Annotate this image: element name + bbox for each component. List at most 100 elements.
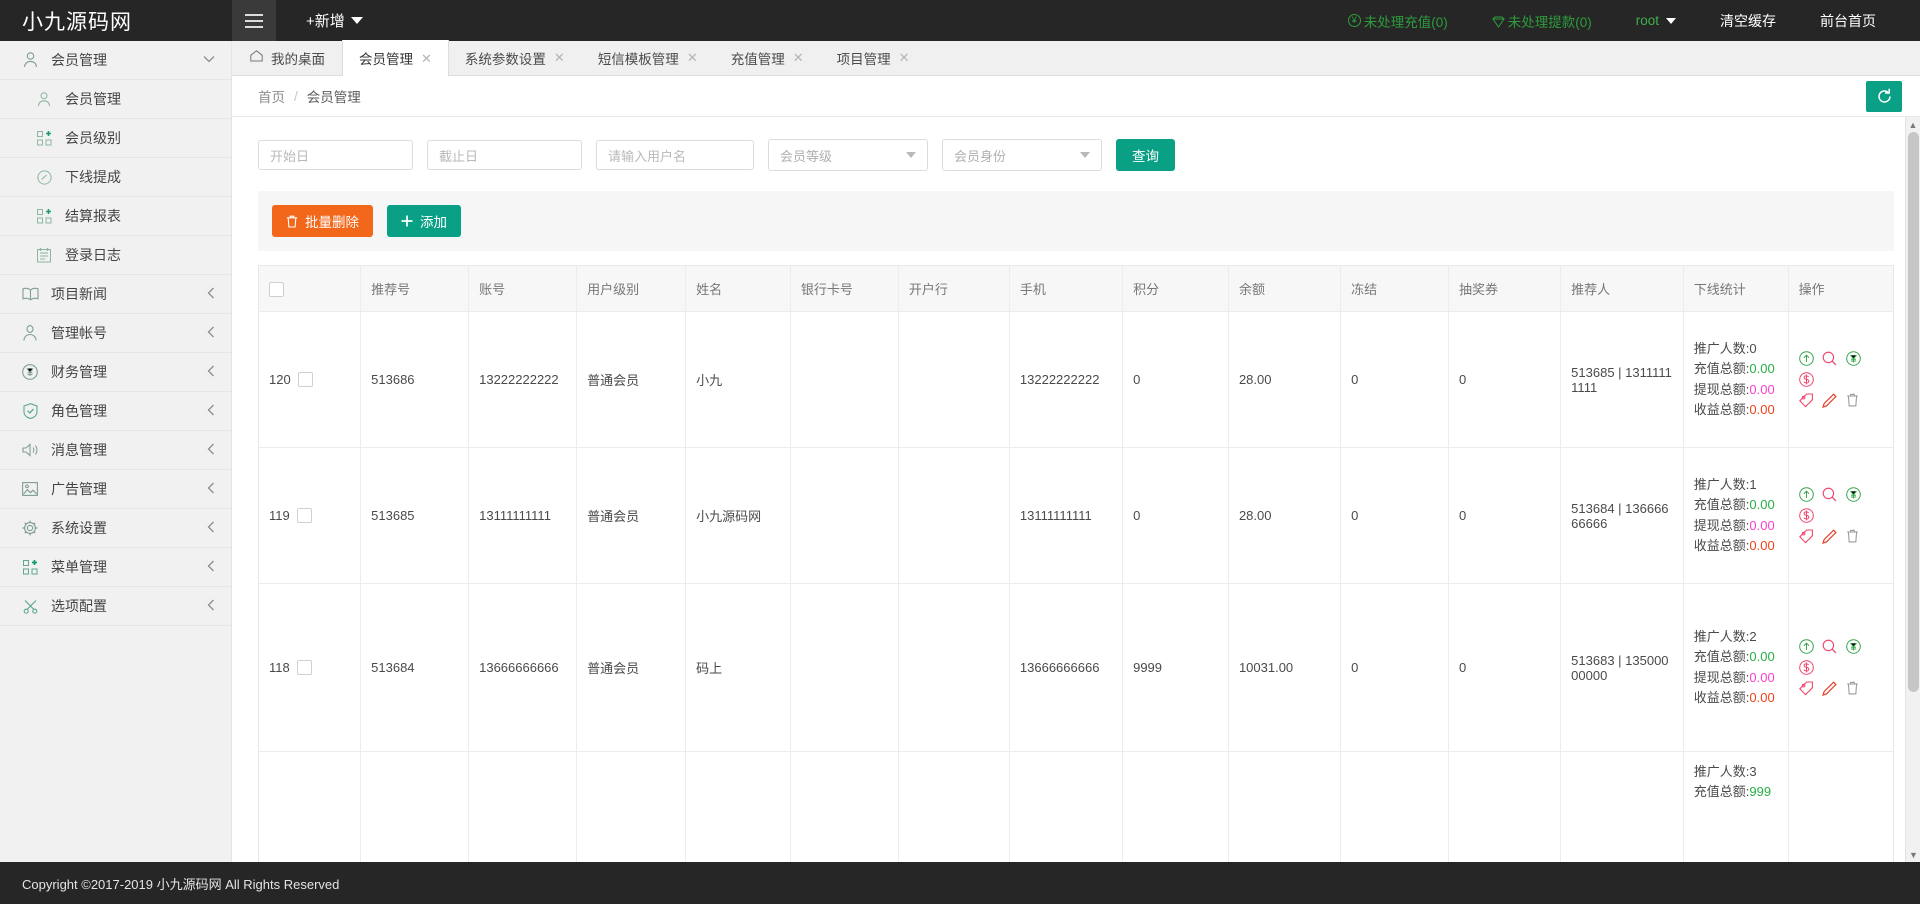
dollar-circle-icon[interactable] [1798,508,1814,523]
cell-account: 13111111111 [468,447,578,584]
search-circle-icon[interactable] [1822,487,1837,502]
sidebar-item-system-settings[interactable]: 系统设置 [0,509,231,548]
tab-member-mgmt[interactable]: 会员管理 ✕ [342,40,449,76]
tab-label: 我的桌面 [271,51,325,67]
pencil-icon[interactable] [1822,393,1837,408]
sidebar-toggle-button[interactable] [232,0,276,41]
new-add-dropdown[interactable]: +新增 [306,10,363,31]
end-date-input[interactable]: 截止日 [427,140,582,170]
cell-actions [1788,583,1893,752]
arrow-up-circle-icon[interactable] [1798,351,1814,367]
tab-project-mgmt[interactable]: 项目管理 ✕ [821,40,927,75]
table-row[interactable]: 119 513685 13111111111 普通会员 小九源码网 131111… [259,447,1893,584]
content-scrollbar[interactable]: ▲ ▼ [1905,117,1920,862]
close-icon[interactable]: ✕ [793,51,804,64]
select-all-checkbox[interactable] [269,281,284,297]
scrollbar-thumb[interactable] [1908,132,1919,692]
cell-account: 13222222222 [468,311,578,448]
stat-promo-count: 推广人数:1 [1694,475,1778,495]
sidebar-item-member-mgmt-parent[interactable]: 会员管理 [0,41,231,80]
chevron-down-icon [203,55,215,66]
yen-circle-icon[interactable] [1846,487,1861,503]
username-input[interactable]: 请输入用户名 [596,140,754,170]
user-menu-button[interactable]: root [1614,13,1698,28]
sidebar-item-finance-mgmt[interactable]: 财务管理 [0,353,231,392]
scroll-down-arrow[interactable]: ▼ [1906,847,1920,862]
start-date-input[interactable]: 开始日 [258,140,413,170]
member-identity-select[interactable]: 会员身份 [942,139,1102,171]
scroll-up-arrow[interactable]: ▲ [1906,117,1920,132]
arrow-up-circle-icon[interactable] [1798,487,1814,503]
row-checkbox[interactable] [297,372,313,387]
sidebar-item-member-level[interactable]: 会员级别 [0,119,231,158]
search-circle-icon[interactable] [1822,351,1837,366]
sidebar-item-member-mgmt[interactable]: 会员管理 [0,80,231,119]
row-checkbox[interactable] [296,660,312,675]
cell-downline-stats: 推广人数:1 充值总额:0.00 提现总额:0.00 收益总额:0.00 [1683,447,1789,584]
sidebar-item-ad-mgmt[interactable]: 广告管理 [0,470,231,509]
stat-promo-count: 推广人数:3 [1694,762,1778,782]
sidebar-item-label: 广告管理 [51,481,107,497]
close-icon[interactable]: ✕ [554,51,565,64]
table-row[interactable]: 118 513684 13666666666 普通会员 码上 136666666… [259,583,1893,752]
stat-value: 0.00 [1749,401,1775,417]
batch-delete-label: 批量删除 [305,215,359,230]
sidebar-item-settlement-report[interactable]: 结算报表 [0,197,231,236]
tab-recharge-mgmt[interactable]: 充值管理 ✕ [715,40,821,75]
cell-balance: 28.00 [1228,311,1342,448]
pencil-icon[interactable] [1822,681,1837,696]
table-row[interactable]: 推广人数:3 充值总额:999 [259,751,1893,862]
pending-recharge-link[interactable]: ¥ 未处理充值(0) [1326,11,1470,31]
tag-icon[interactable] [1798,393,1814,408]
yen-circle-icon[interactable] [1846,639,1861,655]
col-lottery: 抽奖券 [1448,266,1562,312]
trash-icon[interactable] [1846,393,1859,407]
pencil-icon[interactable] [1822,529,1837,544]
stat-withdraw-total: 提现总额:0.00 [1694,380,1778,400]
sidebar-item-downline-commission[interactable]: 下线提成 [0,158,231,197]
sidebar-item-project-news[interactable]: 项目新闻 [0,275,231,314]
tab-my-desktop[interactable]: 我的桌面 [232,40,342,75]
arrow-up-circle-icon[interactable] [1798,639,1814,655]
refresh-button[interactable] [1866,80,1902,112]
close-icon[interactable]: ✕ [687,51,698,64]
tab-system-params[interactable]: 系统参数设置 ✕ [449,40,582,75]
sidebar-item-role-mgmt[interactable]: 角色管理 [0,392,231,431]
breadcrumb-home[interactable]: 首页 [258,86,285,106]
dollar-circle-icon[interactable] [1798,660,1814,675]
close-icon[interactable]: ✕ [899,51,910,64]
sidebar-item-admin-account[interactable]: 管理帐号 [0,314,231,353]
sidebar-item-message-mgmt[interactable]: 消息管理 [0,431,231,470]
sidebar-item-login-log[interactable]: 登录日志 [0,236,231,275]
dollar-circle-icon[interactable] [1798,372,1814,387]
cell-lottery [1448,751,1562,862]
trash-icon[interactable] [1846,529,1859,543]
main-content-area: 我的桌面 会员管理 ✕ 系统参数设置 ✕ 短信模板管理 ✕ 充值管理 ✕ 项目管… [232,40,1920,862]
cell-referral-no [360,751,470,862]
tab-sms-template[interactable]: 短信模板管理 ✕ [582,40,715,75]
cell-user-level: 普通会员 [576,447,687,584]
front-home-link[interactable]: 前台首页 [1798,11,1898,31]
query-button[interactable]: 查询 [1116,139,1175,171]
sidebar-item-option-config[interactable]: 选项配置 [0,587,231,626]
cell-name: 小九源码网 [685,447,791,584]
clear-cache-button[interactable]: 清空缓存 [1698,11,1798,31]
tag-icon[interactable] [1798,529,1814,544]
stat-label: 充值总额: [1693,784,1750,800]
tag-icon[interactable] [1798,681,1814,696]
table-row[interactable]: 120 513686 13222222222 普通会员 小九 132222222… [259,311,1893,448]
batch-delete-button[interactable]: 批量删除 [272,205,373,237]
pending-withdraw-link[interactable]: 未处理提款(0) [1470,11,1614,31]
cell-account: 13666666666 [468,583,578,752]
members-table-container: 推荐号 账号 用户级别 姓名 银行卡号 开户行 手机 积分 余额 冻结 抽奖券 … [258,265,1894,862]
sidebar-item-menu-mgmt[interactable]: 菜单管理 [0,548,231,587]
breadcrumb: 首页 / 会员管理 [232,76,1920,117]
close-icon[interactable]: ✕ [421,52,432,65]
trash-icon[interactable] [1846,681,1859,695]
row-checkbox[interactable] [296,508,312,523]
member-level-select[interactable]: 会员等级 [768,139,928,171]
table-header-row: 推荐号 账号 用户级别 姓名 银行卡号 开户行 手机 积分 余额 冻结 抽奖券 … [259,266,1893,312]
search-circle-icon[interactable] [1822,639,1837,654]
yen-circle-icon[interactable] [1846,351,1861,367]
add-button[interactable]: 添加 [387,205,461,237]
